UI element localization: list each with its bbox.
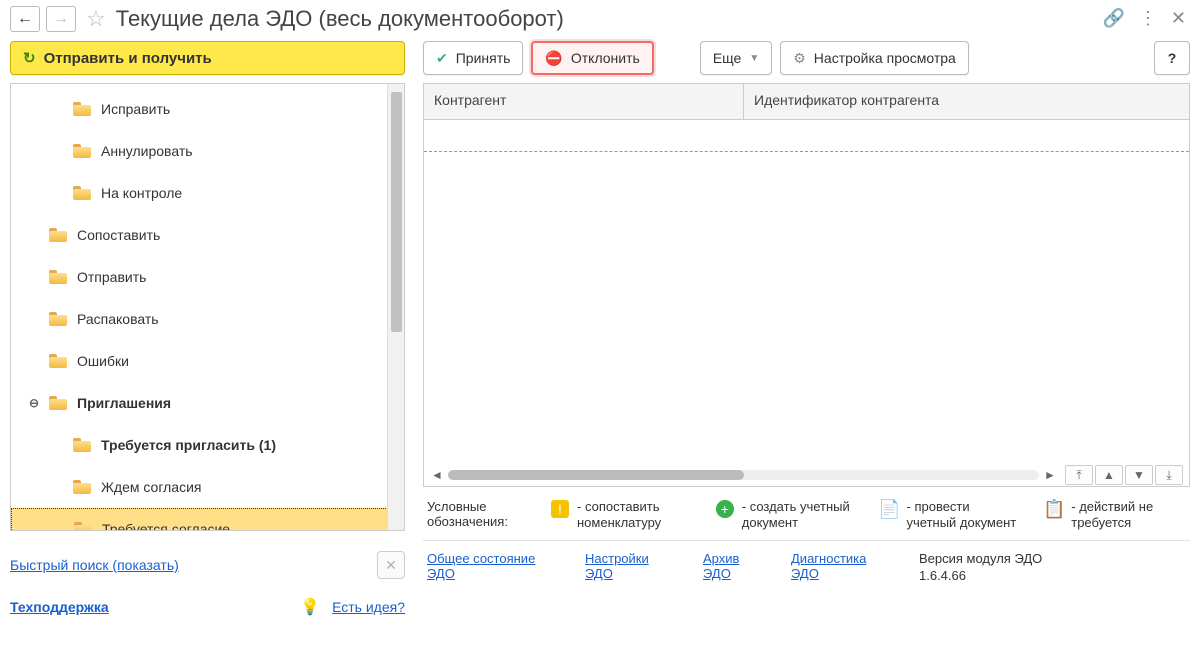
folder-icon <box>74 522 92 531</box>
vertical-scrollbar[interactable] <box>387 84 404 530</box>
warning-icon: ! <box>551 500 569 518</box>
version-number: 1.6.4.66 <box>919 568 966 583</box>
goto-up-button[interactable]: ▲ <box>1095 465 1123 485</box>
column-header-identifier[interactable]: Идентификатор контрагента <box>744 84 1189 119</box>
footer-link-settings[interactable]: Настройки ЭДО <box>585 551 675 581</box>
grid-row-empty[interactable] <box>424 120 1189 152</box>
column-header-contragent[interactable]: Контрагент <box>424 84 744 119</box>
close-icon[interactable]: ✕ <box>1167 4 1190 33</box>
folder-icon <box>49 312 67 326</box>
clear-search-button[interactable]: ✕ <box>377 551 405 579</box>
accept-icon: ✔ <box>436 50 448 67</box>
tree-item-selected[interactable]: Требуется согласие <box>11 508 404 531</box>
footer-link-state[interactable]: Общее состояние ЭДО <box>427 551 557 581</box>
help-button[interactable]: ? <box>1154 41 1190 75</box>
folder-icon <box>49 270 67 284</box>
scroll-left-icon[interactable]: ◄ <box>430 468 444 482</box>
folder-icon <box>73 438 91 452</box>
collapse-icon[interactable]: ⊖ <box>25 394 43 412</box>
footer-link-archive[interactable]: Архив ЭДО <box>703 551 763 581</box>
tree-item[interactable]: ⊖ Приглашения <box>11 382 404 424</box>
goto-first-button[interactable]: ⤒ <box>1065 465 1093 485</box>
favorite-icon[interactable]: ☆ <box>86 6 106 32</box>
folder-icon <box>73 480 91 494</box>
scroll-thumb[interactable] <box>391 92 402 332</box>
horizontal-scrollbar[interactable] <box>448 470 1039 480</box>
goto-last-button[interactable]: ⤓ <box>1155 465 1183 485</box>
folder-icon <box>49 228 67 242</box>
document-icon: 📄 <box>881 500 899 518</box>
tree-item[interactable]: Отправить <box>11 256 404 298</box>
refresh-icon: ↻ <box>23 49 36 67</box>
folder-icon <box>49 354 67 368</box>
nav-back-button[interactable]: ← <box>10 6 40 32</box>
reject-icon: ⛔ <box>545 50 562 67</box>
gear-icon: ⚙ <box>793 50 806 67</box>
tree-item[interactable]: Исправить <box>11 88 404 130</box>
bulb-icon: 💡 <box>300 597 320 617</box>
quick-search-link[interactable]: Быстрый поиск (показать) <box>10 557 179 573</box>
send-receive-label: Отправить и получить <box>44 50 212 67</box>
tree-item[interactable]: Сопоставить <box>11 214 404 256</box>
footer-link-diag[interactable]: Диагностика ЭДО <box>791 551 891 581</box>
send-receive-button[interactable]: ↻ Отправить и получить <box>10 41 405 75</box>
goto-down-button[interactable]: ▼ <box>1125 465 1153 485</box>
tree-item[interactable]: Ошибки <box>11 340 404 382</box>
folder-icon <box>73 186 91 200</box>
support-link[interactable]: Техподдержка <box>10 599 109 615</box>
reject-button[interactable]: ⛔ Отклонить <box>531 41 653 75</box>
more-button[interactable]: Еще ▼ <box>700 41 772 75</box>
folder-icon <box>49 396 67 410</box>
chevron-down-icon: ▼ <box>749 53 759 64</box>
tree-item[interactable]: Требуется пригласить (1) <box>11 424 404 466</box>
nav-forward-button[interactable]: → <box>46 6 76 32</box>
tree-item[interactable]: Распаковать <box>11 298 404 340</box>
scroll-right-icon[interactable]: ► <box>1043 468 1057 482</box>
kebab-menu-icon[interactable]: ⋮ <box>1135 4 1161 33</box>
version-label: Версия модуля ЭДО <box>919 551 1042 566</box>
checklist-icon: 📋 <box>1045 500 1063 518</box>
scroll-thumb[interactable] <box>448 470 744 480</box>
folder-tree: Исправить Аннулировать На контроле Сопос… <box>10 83 405 531</box>
accept-button[interactable]: ✔ Принять <box>423 41 523 75</box>
tree-item[interactable]: Ждем согласия <box>11 466 404 508</box>
plus-icon: + <box>716 500 734 518</box>
data-grid: Контрагент Идентификатор контрагента ◄ ►… <box>423 83 1190 487</box>
link-icon[interactable]: 🔗 <box>1098 4 1128 33</box>
legend-label: Условные обозначения: <box>427 499 527 530</box>
idea-link[interactable]: Есть идея? <box>332 599 405 615</box>
view-settings-button[interactable]: ⚙ Настройка просмотра <box>780 41 969 75</box>
folder-icon <box>73 102 91 116</box>
page-title: Текущие дела ЭДО (весь документооборот) <box>116 6 1093 32</box>
tree-item[interactable]: На контроле <box>11 172 404 214</box>
tree-item[interactable]: Аннулировать <box>11 130 404 172</box>
folder-icon <box>73 144 91 158</box>
